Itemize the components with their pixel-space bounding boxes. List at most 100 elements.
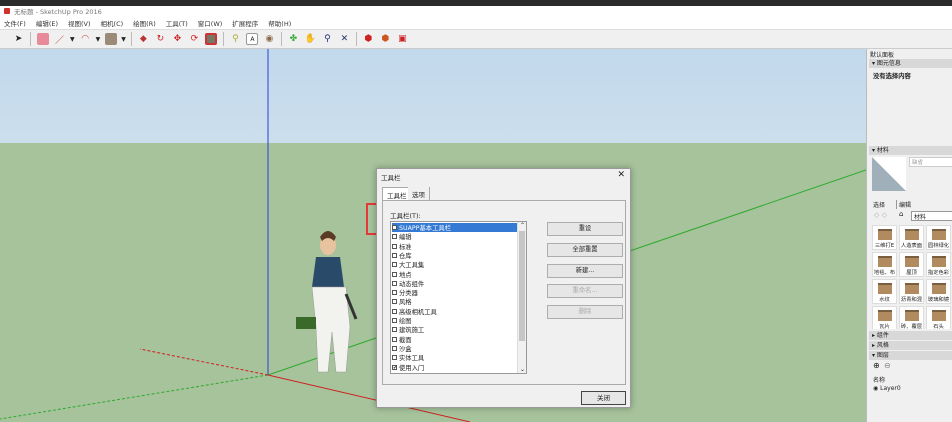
toolbar-list-item[interactable]: 编辑 (392, 232, 518, 241)
material-swatch[interactable]: 园林绿化 (926, 225, 951, 250)
material-swatch[interactable]: 人造表面 (899, 225, 924, 250)
tab-edit[interactable]: 编辑 (896, 200, 911, 209)
checkbox[interactable] (392, 243, 397, 249)
menu-tools[interactable]: 工具(T) (166, 18, 188, 28)
toolbar-list-item[interactable]: ✔ 使用入门 (392, 363, 518, 372)
components-header[interactable]: ▸ 组件 (869, 331, 952, 340)
dropdown-icon[interactable]: ▼ (70, 36, 75, 43)
toolbar-list-item[interactable]: 建筑施工 (392, 325, 518, 334)
material-swatch[interactable]: 沥青和混 (899, 279, 924, 304)
select-tool-icon[interactable]: ➤ (13, 33, 25, 45)
scrollbar-thumb[interactable] (519, 231, 525, 341)
checkbox[interactable] (392, 336, 397, 342)
layer-row[interactable]: ◉ Layer0 (873, 385, 901, 392)
toolbar-list-item[interactable]: 标准 (392, 242, 518, 251)
scale-tool-icon[interactable] (205, 33, 218, 45)
zoom-extents-icon[interactable]: ✕ (338, 33, 350, 45)
toolbar-list-item[interactable]: 沙盒 (392, 344, 518, 353)
close-button[interactable]: 关闭 (581, 391, 626, 405)
menu-file[interactable]: 文件(F) (4, 18, 26, 28)
rotate-tool-icon[interactable]: ⟳ (188, 33, 200, 45)
tab-select[interactable]: 选择 (873, 200, 885, 209)
checkbox[interactable] (392, 345, 397, 351)
toolbar-list-item[interactable]: 绘图 (392, 316, 518, 325)
rename-button[interactable]: 重命名... (547, 284, 623, 298)
material-swatch[interactable]: 玻璃和镜 (926, 279, 951, 304)
warehouse-icon[interactable]: ⬢ (362, 33, 374, 45)
toolbar-list-item[interactable]: SUAPP基本工具栏 (392, 223, 518, 232)
tape-measure-icon[interactable]: ⚲ (229, 33, 241, 45)
styles-header[interactable]: ▸ 风格 (869, 341, 952, 350)
toolbar-list-item[interactable]: 截面 (392, 335, 518, 344)
list-scrollbar[interactable]: ⌃ ⌄ (517, 222, 526, 373)
toolbar-list-item[interactable]: 风格 (392, 297, 518, 306)
toolbar-list-item[interactable]: 实体工具 (392, 353, 518, 362)
material-swatch[interactable]: 地毯、布 (872, 252, 897, 277)
paint-bucket-icon[interactable]: ◉ (263, 33, 275, 45)
dropdown-icon[interactable]: ▼ (121, 36, 126, 43)
menu-edit[interactable]: 编辑(E) (36, 18, 58, 28)
new-button[interactable]: 新建... (547, 264, 623, 278)
push-pull-icon[interactable]: ◆ (137, 33, 149, 45)
arc-tool-icon[interactable]: ◠ (79, 33, 91, 45)
toolbar-list[interactable]: SUAPP基本工具栏 编辑 标准 仓库 大工具集 地点 动态组件 分类器 风格 高级相机工具 绘图建… (390, 221, 527, 374)
text-tool-icon[interactable]: A (246, 33, 259, 45)
reset-all-button[interactable]: 全部重置 (547, 243, 623, 257)
zoom-icon[interactable]: ⚲ (321, 33, 333, 45)
material-swatch[interactable]: 屋顶 (899, 252, 924, 277)
material-swatch[interactable]: 瓦片 (872, 306, 897, 329)
menu-extensions[interactable]: 扩展程序 (232, 18, 258, 28)
components-icon[interactable]: ⬢ (379, 33, 391, 45)
checkbox[interactable]: ✔ (392, 364, 397, 370)
checkbox[interactable] (392, 327, 397, 333)
follow-me-icon[interactable]: ↻ (154, 33, 166, 45)
toolbar-list-item[interactable]: 高级相机工具 (392, 307, 518, 316)
material-swatch[interactable]: 砖、覆层 (899, 306, 924, 329)
scroll-down-icon[interactable]: ⌄ (520, 366, 525, 373)
close-icon[interactable]: ✕ (617, 170, 625, 180)
checkbox[interactable] (392, 252, 397, 258)
orbit-icon[interactable]: ✤ (287, 33, 299, 45)
checkbox[interactable] (392, 271, 397, 277)
menu-view[interactable]: 视图(V) (68, 18, 91, 28)
menu-window[interactable]: 窗口(W) (198, 18, 223, 28)
checkbox[interactable] (392, 299, 397, 305)
checkbox[interactable] (392, 262, 397, 268)
layers-header[interactable]: ▾ 图层 (869, 351, 952, 360)
material-category-select[interactable]: 材料 (911, 211, 952, 221)
home-icon[interactable]: ⌂ (899, 210, 903, 218)
toolbar-list-item[interactable]: 分类器 (392, 288, 518, 297)
checkbox[interactable] (392, 225, 397, 230)
material-swatch[interactable]: 水纹 (872, 279, 897, 304)
delete-button[interactable]: 删除 (547, 305, 623, 319)
remove-layer-icon[interactable]: ⊖ (884, 361, 891, 370)
eraser-tool-icon[interactable] (36, 33, 49, 45)
toolbar-list-item[interactable]: 地点 (392, 270, 518, 279)
checkbox[interactable] (392, 355, 397, 361)
checkbox[interactable] (392, 234, 397, 240)
dropdown-icon[interactable]: ▼ (96, 36, 101, 43)
materials-header[interactable]: ▾ 材料 (869, 146, 952, 155)
add-layer-icon[interactable]: ⊕ (873, 361, 880, 370)
checkbox[interactable] (392, 318, 397, 323)
checkbox[interactable] (392, 290, 397, 296)
material-name-field[interactable]: 缺省 (909, 157, 952, 167)
menu-draw[interactable]: 绘图(R) (133, 18, 156, 28)
material-swatch[interactable]: 石头 (926, 306, 951, 329)
back-icon[interactable]: ◇ ◇ (874, 211, 887, 219)
material-swatch[interactable]: 指定色彩 (926, 252, 951, 277)
pan-icon[interactable]: ✋ (304, 33, 316, 45)
tab-options[interactable]: 选项 (408, 187, 430, 200)
pencil-tool-icon[interactable]: ／ (54, 33, 66, 46)
checkbox[interactable] (392, 280, 397, 286)
toolbar-list-item[interactable]: 动态组件 (392, 279, 518, 288)
extension-warehouse-icon[interactable]: ▣ (396, 33, 408, 45)
toolbar-list-item[interactable]: 大工具集 (392, 260, 518, 269)
shape-tool-icon[interactable] (104, 33, 117, 45)
reset-button[interactable]: 重设 (547, 222, 623, 236)
menu-help[interactable]: 帮助(H) (268, 18, 291, 28)
material-swatch[interactable]: 三维打E (872, 225, 897, 250)
entity-info-header[interactable]: ▾ 图元信息 (869, 59, 952, 68)
menu-camera[interactable]: 相机(C) (101, 18, 124, 28)
scroll-up-icon[interactable]: ⌃ (520, 222, 525, 229)
